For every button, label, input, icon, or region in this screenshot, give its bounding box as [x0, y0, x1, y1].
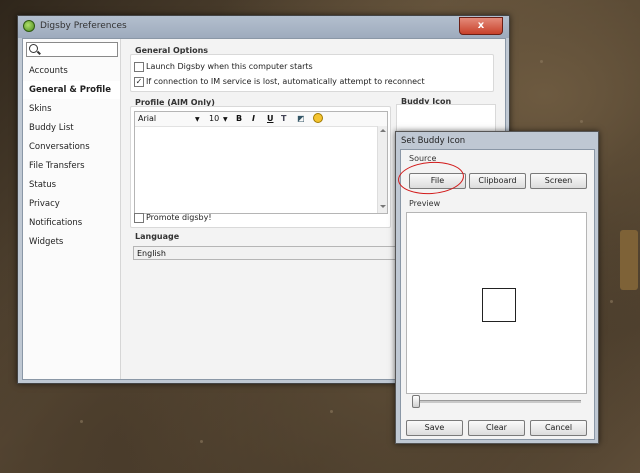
clipboard-button[interactable]: Clipboard — [469, 173, 526, 189]
sidebar-item-general-profile[interactable]: General & Profile — [23, 81, 120, 99]
general-options-box — [130, 54, 494, 92]
launch-checkbox[interactable] — [134, 62, 144, 72]
sidebar-item-conversations[interactable]: Conversations — [23, 138, 120, 156]
search-icon — [29, 44, 38, 53]
scroll-down-icon[interactable] — [380, 205, 386, 208]
sidebar-item-privacy[interactable]: Privacy — [23, 195, 120, 213]
language-heading: Language — [135, 232, 180, 241]
screen-button[interactable]: Screen — [530, 173, 587, 189]
sidebar-item-status[interactable]: Status — [23, 176, 120, 194]
emoticon-icon[interactable] — [313, 113, 323, 123]
sidebar-item-accounts[interactable]: Accounts — [23, 62, 120, 80]
profile-scrollbar[interactable] — [377, 126, 387, 213]
font-size-select[interactable]: 10 — [209, 114, 219, 123]
italic-button[interactable]: I — [252, 114, 255, 123]
title-bar[interactable]: Digsby Preferences x — [18, 16, 509, 38]
clear-button[interactable]: Clear — [468, 420, 525, 436]
promote-checkbox[interactable] — [134, 213, 144, 223]
zoom-slider-thumb[interactable] — [412, 395, 420, 408]
crop-square[interactable] — [482, 288, 516, 322]
language-select[interactable]: English — [133, 246, 397, 260]
scroll-up-icon[interactable] — [380, 129, 386, 132]
search-input[interactable] — [26, 42, 118, 57]
reconnect-checkbox[interactable]: ✓ — [134, 77, 144, 87]
bold-button[interactable]: B — [236, 114, 242, 123]
font-name-select[interactable]: Arial — [138, 114, 156, 123]
underline-button[interactable]: U — [267, 114, 274, 123]
reconnect-checkbox-label: If connection to IM service is lost, aut… — [146, 77, 425, 86]
sidebar-item-buddy-list[interactable]: Buddy List — [23, 119, 120, 137]
sidebar-item-file-transfers[interactable]: File Transfers — [23, 157, 120, 175]
cancel-button[interactable]: Cancel — [530, 420, 587, 436]
promote-checkbox-label: Promote digsby! — [146, 213, 212, 222]
preview-label: Preview — [409, 199, 441, 208]
zoom-slider-track[interactable] — [415, 400, 581, 403]
sidebar: Accounts General & Profile Skins Buddy L… — [23, 39, 121, 379]
window-title: Digsby Preferences — [40, 21, 127, 31]
sidebar-item-notifications[interactable]: Notifications — [23, 214, 120, 232]
font-size-dropdown-icon[interactable]: ▼ — [223, 116, 228, 123]
close-button[interactable]: x — [459, 17, 503, 35]
sidebar-item-widgets[interactable]: Widgets — [23, 233, 120, 251]
profile-editor[interactable]: Arial ▼ 10 ▼ B I U T ◩ — [134, 111, 388, 214]
background-color-icon[interactable]: ◩ — [297, 114, 305, 123]
font-name-dropdown-icon[interactable]: ▼ — [195, 116, 200, 123]
sidebar-item-skins[interactable]: Skins — [23, 100, 120, 118]
launch-checkbox-label: Launch Digsby when this computer starts — [146, 62, 313, 71]
digsby-logo-icon — [23, 20, 35, 32]
preview-area[interactable] — [406, 212, 587, 394]
text-color-icon[interactable]: T — [281, 114, 286, 123]
save-button[interactable]: Save — [406, 420, 463, 436]
format-toolbar: Arial ▼ 10 ▼ B I U T ◩ — [135, 112, 387, 127]
dialog-title: Set Buddy Icon — [401, 136, 466, 146]
